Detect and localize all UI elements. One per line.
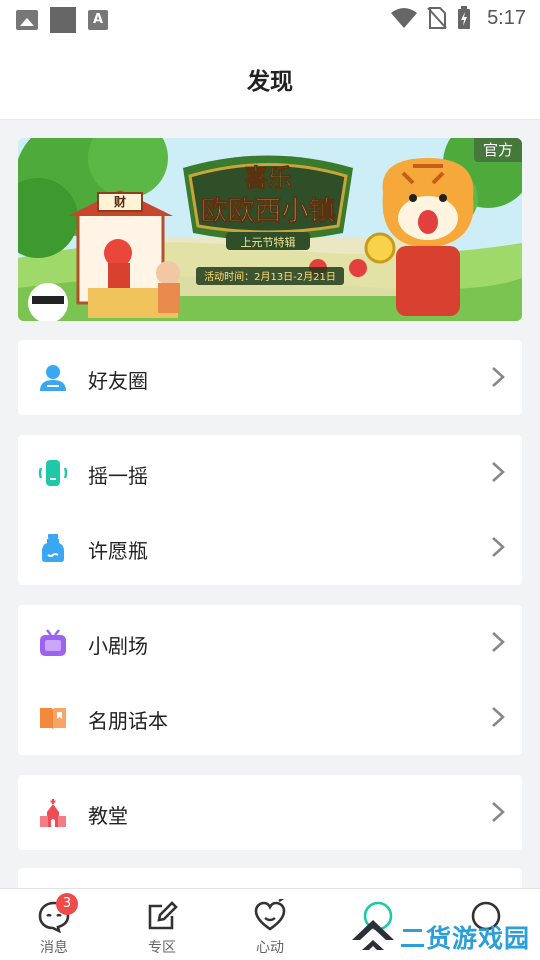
banner-title-line1: 喜乐 (244, 164, 292, 192)
official-badge: 官方 (474, 138, 522, 162)
menu-item-church[interactable]: 教堂 (18, 775, 522, 850)
friends-icon (38, 363, 68, 393)
banner-illustration: 喜乐 欧欧西小镇 上元节特辑 活动时间：2月13日-2月21日 财 (18, 138, 522, 321)
menu-item-bottle[interactable]: 许愿瓶 (18, 510, 522, 585)
tab-heart[interactable]: 心动 (216, 889, 324, 960)
menu-group: 小剧场 名朋话本 (18, 605, 522, 755)
site-watermark: 二货游戏园 (350, 912, 540, 956)
menu-item-label: 教堂 (88, 804, 128, 828)
menu-item-book[interactable]: 名朋话本 (18, 680, 522, 755)
menu-item-label: 摇一摇 (88, 464, 148, 488)
status-left: A (16, 7, 108, 33)
menu-group: 教堂 (18, 775, 522, 850)
status-right: 5:17 (391, 6, 526, 30)
page-header: 发现 (0, 38, 540, 120)
tab-label: 消息 (40, 940, 68, 956)
edit-icon (148, 901, 178, 930)
banner-activity-time: 活动时间：2月13日-2月21日 (204, 270, 336, 283)
watermark-logo-icon (352, 920, 394, 950)
tv-icon (38, 628, 68, 658)
image-notification-icon (16, 10, 38, 30)
tab-zone[interactable]: 专区 (108, 889, 216, 960)
clock: 5:17 (487, 6, 526, 29)
menu-item-tv[interactable]: 小剧场 (18, 605, 522, 680)
chevron-right-icon (490, 630, 506, 654)
battery-charging-icon (458, 6, 471, 29)
app-notification-icon (50, 7, 76, 33)
chevron-right-icon (490, 535, 506, 559)
heart-icon (254, 899, 286, 931)
church-icon (38, 798, 68, 828)
no-sim-icon (427, 7, 447, 29)
menu-item-label: 名朋话本 (88, 709, 168, 733)
bottle-icon (38, 533, 68, 563)
menu-item-label: 小剧场 (88, 634, 148, 658)
banner-title-line2: 欧欧西小镇 (201, 196, 336, 227)
menu-item-friends[interactable]: 好友圈 (18, 340, 522, 415)
shake-icon (38, 458, 68, 488)
page-title: 发现 (247, 69, 293, 95)
promo-banner[interactable]: 喜乐 欧欧西小镇 上元节特辑 活动时间：2月13日-2月21日 财 官方 (18, 138, 522, 321)
text-notification-icon: A (88, 10, 108, 30)
chevron-right-icon (490, 800, 506, 824)
menu-item-label: 好友圈 (88, 369, 148, 393)
wifi-icon (391, 8, 418, 28)
banner-stamp: 财 (113, 194, 126, 209)
book-icon (38, 703, 68, 733)
tab-label: 专区 (148, 940, 176, 956)
menu-item-label: 许愿瓶 (88, 539, 148, 563)
watermark-text: 二货游戏园 (400, 924, 531, 953)
banner-subtitle: 上元节特辑 (241, 235, 296, 249)
menu-item-shake[interactable]: 摇一摇 (18, 435, 522, 510)
chevron-right-icon (490, 365, 506, 389)
tab-messages[interactable]: 3 消息 (0, 889, 108, 960)
chevron-right-icon (490, 460, 506, 484)
chevron-right-icon (490, 705, 506, 729)
unread-badge: 3 (56, 893, 78, 915)
menu-group: 摇一摇 许愿瓶 (18, 435, 522, 585)
status-bar: A 5:17 (0, 0, 540, 38)
tab-label: 心动 (256, 940, 284, 956)
menu-group: 好友圈 (18, 340, 522, 415)
